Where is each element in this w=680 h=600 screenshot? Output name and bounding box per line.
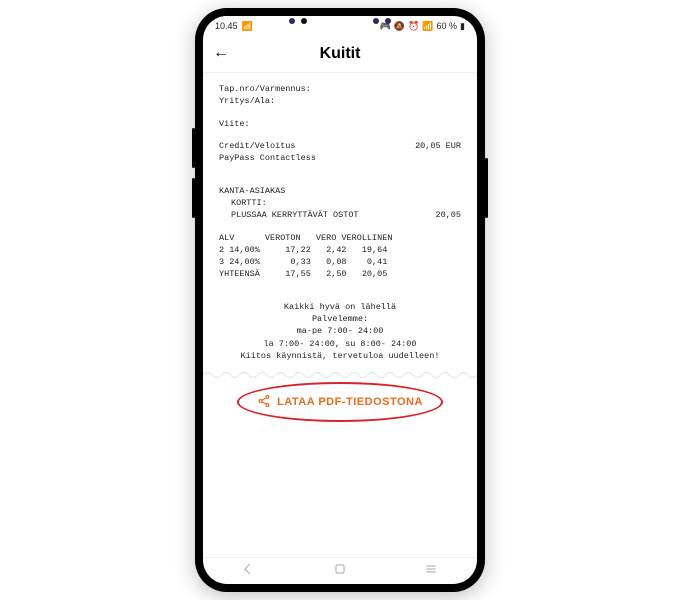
status-alarm-icon: ⏰ [408, 21, 419, 32]
footer-l3: ma-pe 7:00- 24:00 [219, 325, 461, 337]
volume-down-button [192, 178, 195, 218]
footer-l2: Palvelemme: [219, 313, 461, 325]
paypass-line: PayPass Contactless [219, 152, 461, 164]
receipt-text: Tap.nro/Varmennus: Yritys/Ala: Viite: Cr… [219, 83, 461, 362]
share-icon [257, 394, 271, 411]
ref-line: Viite: [219, 118, 461, 130]
company-line: Yritys/Ala: [219, 95, 461, 107]
plussa-row: PLUSSAA KERRYTTÄVÄT OSTOT 20,05 [219, 209, 461, 221]
status-battery-text: 60 % [437, 21, 458, 31]
tap-line: Tap.nro/Varmennus: [219, 83, 461, 95]
status-battery-icon: ▮ [460, 21, 465, 32]
power-button [485, 158, 488, 218]
status-dnd-icon: 🔕 [394, 21, 405, 32]
download-label: LATAA PDF-TIEDOSTONA [277, 396, 423, 408]
app-bar: ← Kuitit [203, 36, 477, 73]
loyalty-header: KANTA-ASIAKAS [219, 185, 461, 197]
volume-up-button [192, 128, 195, 168]
status-sim-icon: 📶 [242, 21, 253, 32]
charge-row: Credit/Veloitus 20,05 EUR [219, 140, 461, 152]
page-title: Kuitit [320, 45, 361, 63]
vat-table: ALV VEROTON VERO VEROLLINEN 2 14,00% 17,… [219, 232, 461, 281]
receipt-tear [203, 370, 477, 380]
footer-l5: Kiitos käynnistä, tervetuloa uudelleen! [219, 350, 461, 362]
card-line: KORTTI: [219, 197, 461, 209]
phone-frame: 10.45 📶 🎮 🔕 ⏰ 📶 60 % ▮ ← Kuitit Ta [195, 8, 485, 592]
status-time: 10.45 [215, 21, 238, 31]
android-nav-bar [203, 557, 477, 584]
nav-back-icon[interactable] [242, 562, 256, 581]
screen: 10.45 📶 🎮 🔕 ⏰ 📶 60 % ▮ ← Kuitit Ta [203, 16, 477, 584]
nav-home-icon[interactable] [333, 562, 347, 581]
download-pdf-button[interactable]: LATAA PDF-TIEDOSTONA [219, 380, 461, 424]
sensor-cluster [289, 18, 391, 24]
status-signal-icon: 📶 [422, 21, 433, 32]
receipt-area: Tap.nro/Varmennus: Yritys/Ala: Viite: Cr… [203, 73, 477, 557]
nav-recent-icon[interactable] [424, 562, 438, 581]
footer-l1: Kaikki hyvä on lähellä [219, 301, 461, 313]
back-button[interactable]: ← [213, 44, 229, 62]
footer-l4: la 7:00- 24:00, su 8:00- 24:00 [219, 338, 461, 350]
